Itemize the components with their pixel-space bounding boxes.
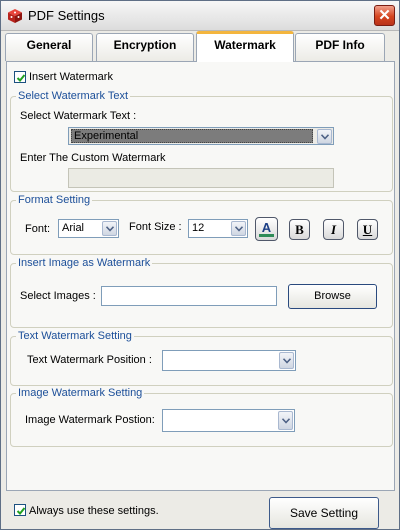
chevron-down-icon[interactable] xyxy=(278,411,293,430)
red-cube-icon xyxy=(8,9,22,23)
italic-icon: I xyxy=(330,222,337,237)
text-watermark-setting-group-title: Text Watermark Setting xyxy=(16,330,134,342)
underline-button[interactable]: U xyxy=(357,219,378,240)
window-title: PDF Settings xyxy=(28,8,105,23)
tab-pdf-info[interactable]: PDF Info xyxy=(295,33,385,61)
close-icon: ✕ xyxy=(378,7,391,24)
browse-button-label: Browse xyxy=(314,290,351,302)
tab-general-label: General xyxy=(26,38,72,52)
image-watermark-position-select[interactable] xyxy=(162,409,295,432)
font-color-swatch xyxy=(259,234,274,237)
chevron-down-icon[interactable] xyxy=(317,129,332,144)
image-watermark-position-label: Image Watermark Postion: xyxy=(25,414,155,426)
text-watermark-position-label: Text Watermark Position : xyxy=(27,354,152,366)
tab-encryption[interactable]: Encryption xyxy=(96,33,194,61)
format-setting-group-title: Format Setting xyxy=(16,194,93,206)
font-color-button[interactable]: A xyxy=(255,217,278,241)
chevron-down-icon[interactable] xyxy=(102,221,117,236)
always-use-checkbox[interactable] xyxy=(14,504,26,516)
font-size-select[interactable]: 12 xyxy=(188,219,248,238)
browse-button[interactable]: Browse xyxy=(288,284,377,309)
tab-encryption-label: Encryption xyxy=(113,38,177,52)
font-size-selected-value: 12 xyxy=(192,222,205,234)
font-color-icon: A xyxy=(261,220,272,235)
bold-button[interactable]: B xyxy=(289,219,310,240)
font-select[interactable]: Arial xyxy=(58,219,119,238)
custom-watermark-input[interactable] xyxy=(68,168,334,188)
watermark-text-select[interactable]: Experimental xyxy=(68,127,334,145)
watermark-text-selected-value: Experimental xyxy=(71,129,313,143)
save-setting-button-label: Save Setting xyxy=(289,506,359,520)
italic-button[interactable]: I xyxy=(323,219,344,240)
chevron-down-icon[interactable] xyxy=(231,221,246,236)
checkmark-icon xyxy=(16,74,26,82)
font-label: Font: xyxy=(25,223,51,235)
select-watermark-text-label: Select Watermark Text : xyxy=(20,110,137,122)
close-button[interactable]: ✕ xyxy=(374,5,395,26)
title-bar[interactable]: PDF Settings ✕ xyxy=(1,1,399,31)
select-watermark-text-group-title: Select Watermark Text xyxy=(16,90,131,102)
chevron-down-icon[interactable] xyxy=(279,352,294,369)
save-setting-button[interactable]: Save Setting xyxy=(269,497,379,529)
always-use-label: Always use these settings. xyxy=(29,505,159,517)
text-watermark-position-select[interactable] xyxy=(162,350,296,371)
tab-general[interactable]: General xyxy=(5,33,93,61)
image-watermark-setting-group-title: Image Watermark Setting xyxy=(16,387,145,399)
insert-watermark-label: Insert Watermark xyxy=(29,71,113,83)
font-selected-value: Arial xyxy=(62,222,85,234)
select-images-label: Select Images : xyxy=(20,290,96,302)
underline-icon: U xyxy=(362,222,373,237)
tab-pdf-info-label: PDF Info xyxy=(315,38,365,52)
custom-watermark-label: Enter The Custom Watermark xyxy=(20,152,166,164)
bold-icon: B xyxy=(295,222,304,237)
image-path-input[interactable] xyxy=(101,286,277,306)
tab-watermark[interactable]: Watermark xyxy=(196,31,294,62)
insert-watermark-checkbox[interactable] xyxy=(14,71,26,83)
pdf-settings-window: PDF Settings ✕ General Encryption Waterm… xyxy=(0,0,400,530)
tab-watermark-label: Watermark xyxy=(214,38,276,52)
checkmark-icon xyxy=(16,507,26,515)
font-size-label: Font Size : xyxy=(129,221,182,233)
insert-image-group-title: Insert Image as Watermark xyxy=(16,257,153,269)
